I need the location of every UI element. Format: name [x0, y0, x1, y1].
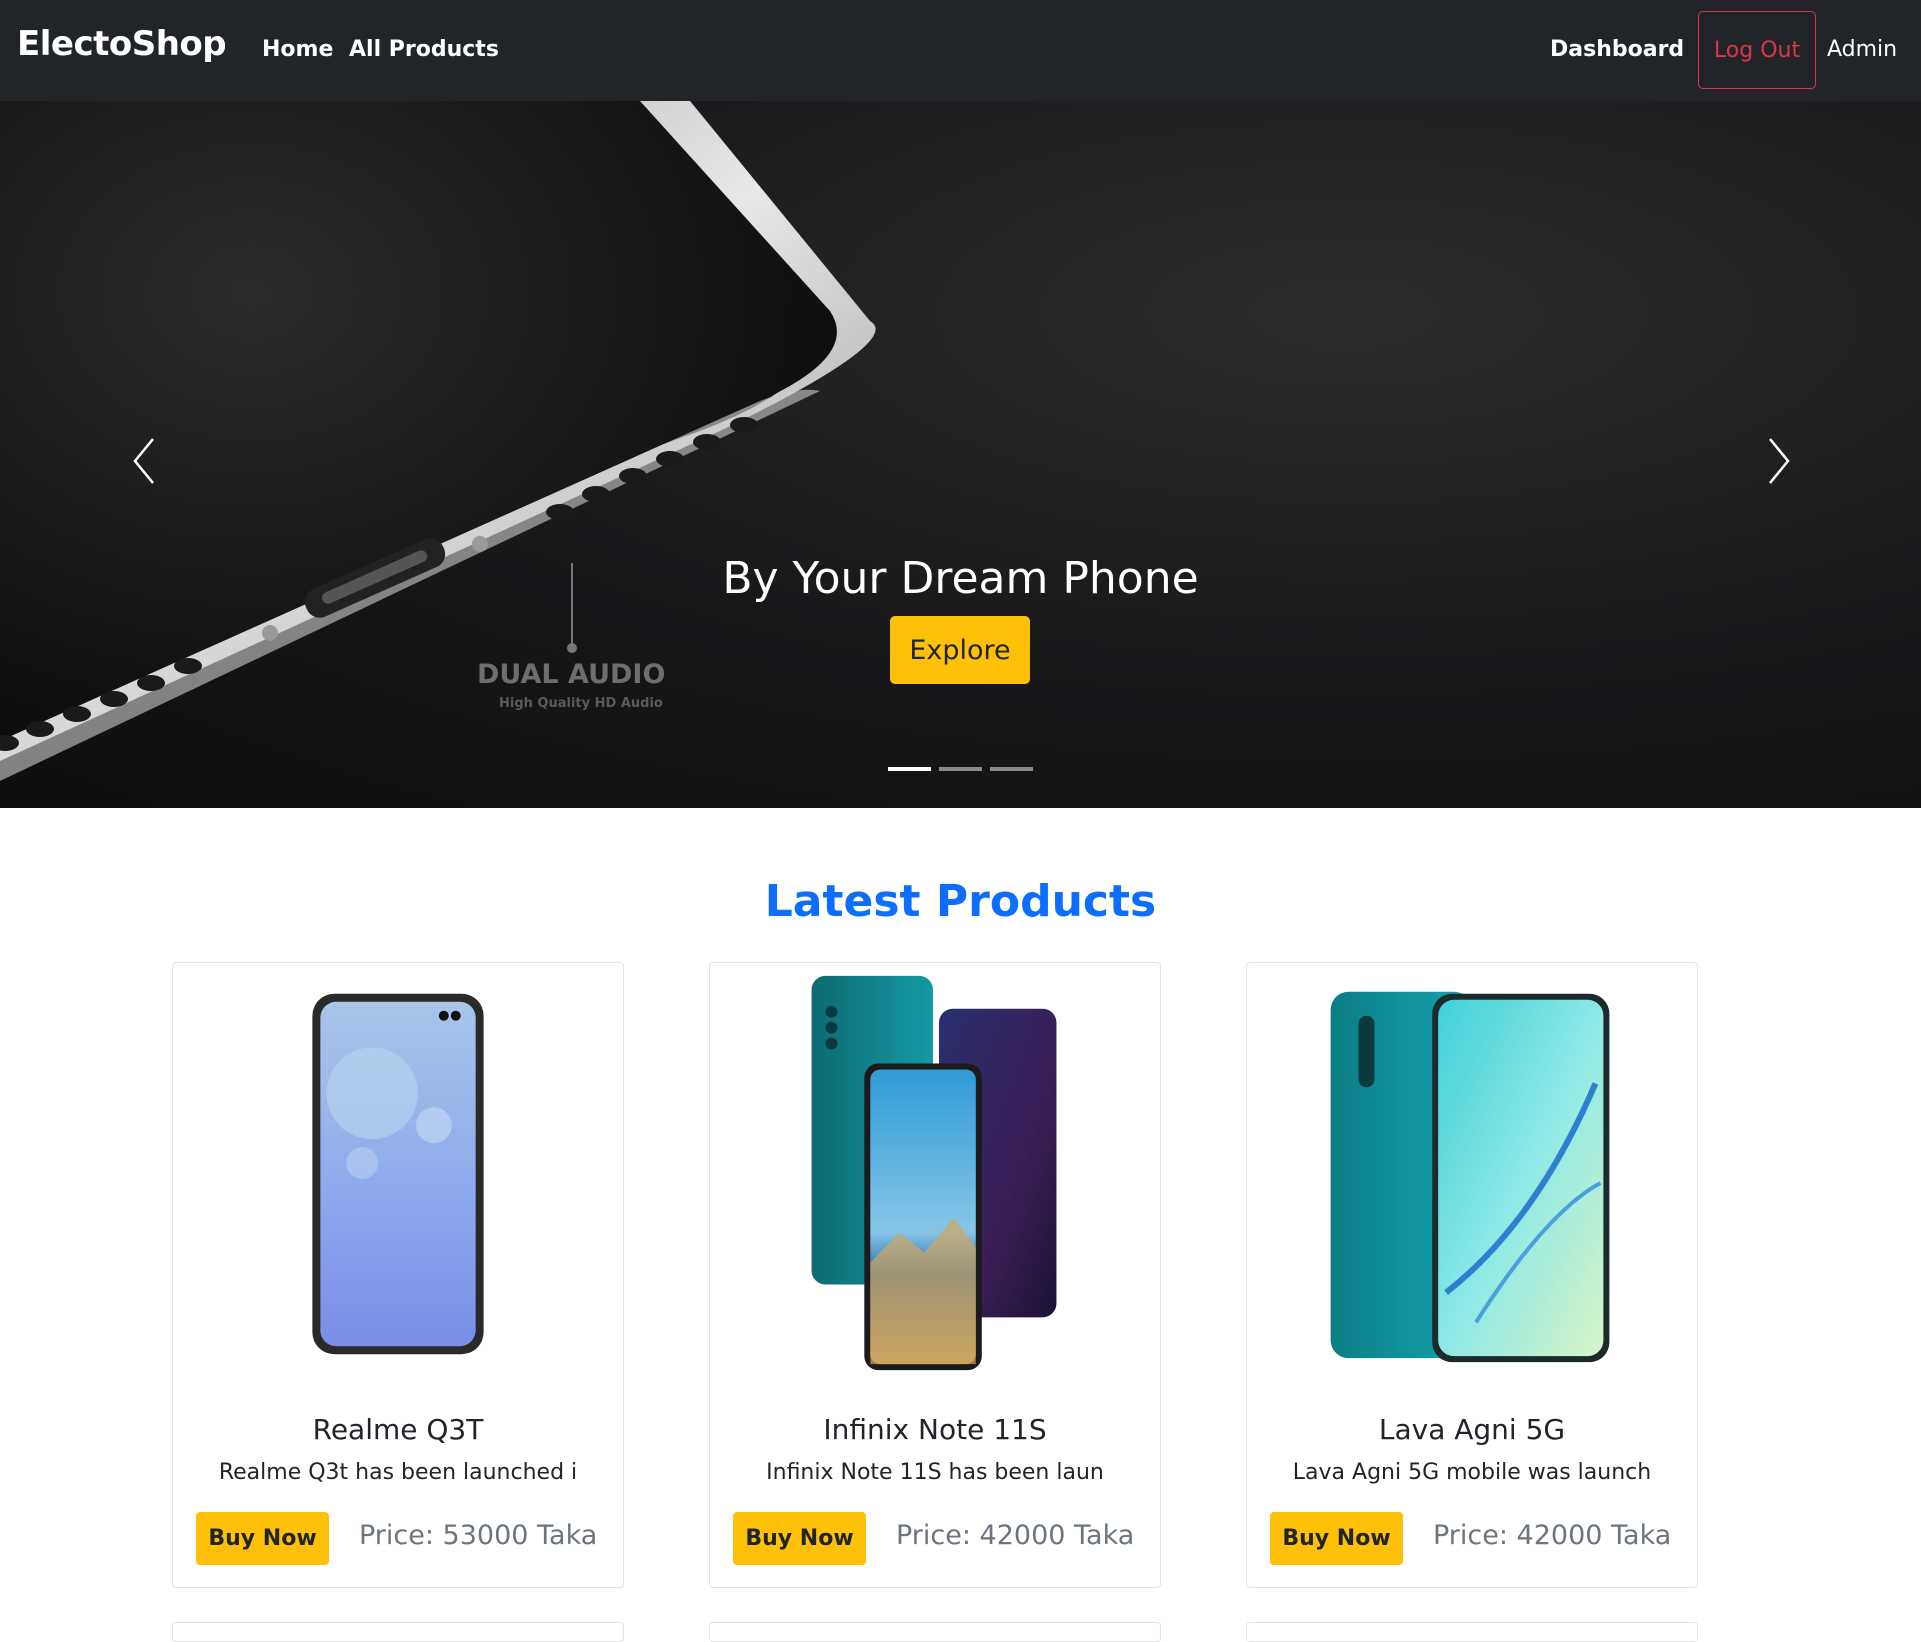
buy-now-button[interactable]: Buy Now	[1270, 1512, 1403, 1565]
product-description: Realme Q3t has been launched i	[218, 1460, 578, 1485]
product-card	[172, 1622, 624, 1642]
section-title: Latest Products	[764, 876, 1157, 927]
product-price: Price: 42000 Taka	[896, 1520, 1135, 1551]
chevron-right-icon	[1769, 438, 1790, 484]
product-card	[1246, 1622, 1698, 1642]
nav-all-products-link[interactable]: All Products	[349, 37, 499, 62]
dual-audio-subtext: High Quality HD Audio	[499, 696, 663, 711]
user-name: Admin	[1827, 37, 1898, 62]
carousel-next-button[interactable]	[1748, 431, 1808, 491]
dual-audio-text: DUAL AUDIO	[477, 659, 666, 690]
product-name: Lava Agni 5G	[1378, 1413, 1566, 1446]
product-price: Price: 42000 Taka	[1433, 1520, 1672, 1551]
nav-dashboard-link[interactable]: Dashboard	[1550, 37, 1684, 62]
hero-title: By Your Dream Phone	[722, 553, 1199, 604]
hero-carousel: DUAL AUDIO High Quality HD Audio By Your…	[0, 101, 1921, 808]
carousel-indicator-2[interactable]	[939, 767, 982, 771]
product-card: Infinix Note 11S Infinix Note 11S has be…	[709, 962, 1161, 1588]
carousel-indicators	[888, 767, 1033, 771]
carousel-indicator-1[interactable]	[888, 767, 931, 771]
product-image-realme	[312, 993, 484, 1355]
product-name: Infinix Note 11S	[823, 1413, 1047, 1446]
nav-home-link[interactable]: Home	[262, 37, 333, 62]
product-card: Realme Q3T Realme Q3t has been launched …	[172, 962, 624, 1588]
product-image-lava	[1330, 991, 1610, 1363]
carousel-prev-button[interactable]	[115, 431, 175, 491]
buy-now-button[interactable]: Buy Now	[196, 1512, 329, 1565]
logout-button[interactable]: Log Out	[1698, 11, 1816, 89]
navbar: ElectoShop Home All Products Dashboard L…	[0, 0, 1921, 101]
product-card: Lava Agni 5G Lava Agni 5G mobile was lau…	[1246, 962, 1698, 1588]
hero-phone-image	[0, 101, 876, 781]
buy-now-button[interactable]: Buy Now	[733, 1512, 866, 1565]
product-image-infinix	[811, 975, 1057, 1371]
brand-logo[interactable]: ElectoShop	[17, 24, 227, 64]
product-price: Price: 53000 Taka	[359, 1520, 598, 1551]
chevron-left-icon	[133, 438, 154, 484]
carousel-indicator-3[interactable]	[990, 767, 1033, 771]
product-name: Realme Q3T	[312, 1413, 484, 1446]
product-description: Infinix Note 11S has been laun	[766, 1460, 1104, 1485]
product-description: Lava Agni 5G mobile was launch	[1292, 1460, 1652, 1485]
explore-button[interactable]: Explore	[890, 616, 1030, 684]
product-card	[709, 1622, 1161, 1642]
